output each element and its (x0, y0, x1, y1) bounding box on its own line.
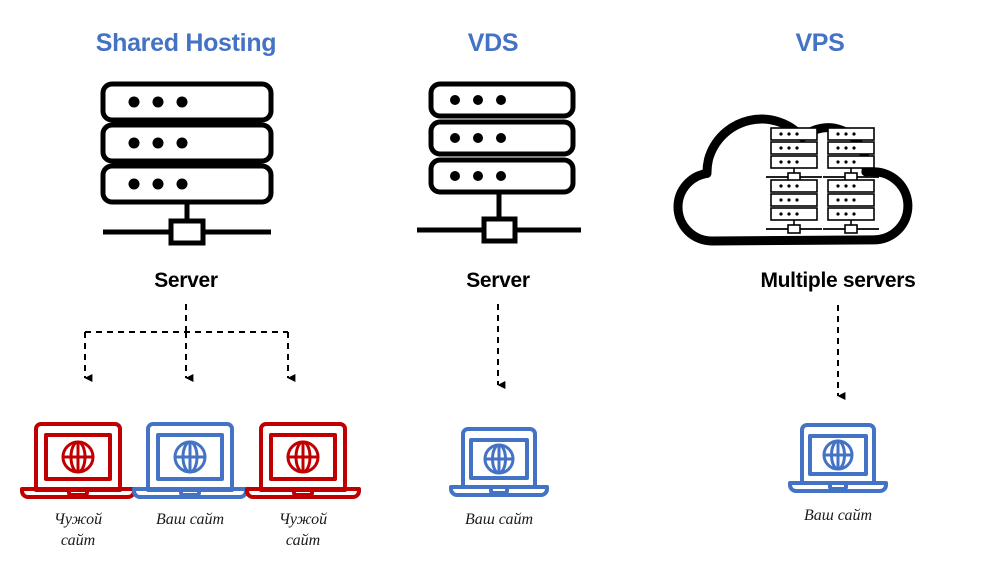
laptop-globe-icon-yours-shared (132, 422, 248, 499)
diagram-canvas: Shared Hosting Server Чужой сайт Ваш сай… (0, 0, 992, 570)
dashed-arrow-tree-shared (84, 304, 296, 382)
site-label-foreign-right-line1: Чужой (279, 511, 327, 528)
label-multiple-servers: Multiple servers (760, 269, 915, 292)
vds-column: VDS Server Ваш сайт (417, 29, 581, 528)
diagram-graphics: Shared Hosting Server Чужой сайт Ваш сай… (20, 29, 916, 549)
server-rack-icon-shared (100, 81, 274, 246)
label-server-vds: Server (466, 269, 530, 292)
laptop-globe-icon-foreign-left (20, 422, 136, 499)
laptop-globe-icon-yours-vps (788, 423, 888, 493)
title-shared-hosting: Shared Hosting (96, 29, 277, 57)
vps-column: VPS Multiple servers Ваш сайт (673, 29, 916, 524)
title-vds: VDS (468, 29, 519, 57)
site-label-yours-vds: Ваш сайт (465, 511, 533, 528)
site-label-foreign-left-line2: сайт (61, 532, 95, 549)
label-server-shared: Server (154, 269, 218, 292)
server-rack-icon-vds (417, 81, 581, 244)
site-label-foreign-left-line1: Чужой (54, 511, 102, 528)
laptop-globe-icon-foreign-right (245, 422, 361, 499)
laptop-globe-icon-yours-vds (449, 427, 549, 497)
title-vps: VPS (795, 29, 844, 57)
site-label-yours-vps: Ваш сайт (804, 507, 872, 524)
site-label-yours-shared: Ваш сайт (156, 511, 224, 528)
site-label-foreign-right-line2: сайт (286, 532, 320, 549)
shared-hosting-column: Shared Hosting Server Чужой сайт Ваш сай… (20, 29, 361, 549)
